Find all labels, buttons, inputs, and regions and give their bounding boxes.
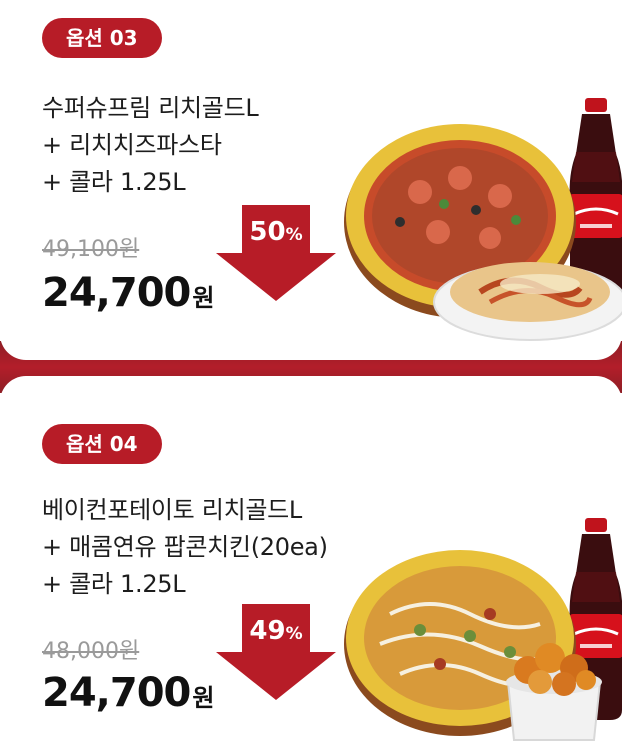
discount-unit: % (285, 624, 303, 644)
discount-unit: % (285, 225, 303, 245)
option-title: 수퍼슈프림 리치골드L + 리치치즈파스타 + 콜라 1.25L (42, 90, 259, 201)
title-line: 수퍼슈프림 리치골드L (42, 94, 259, 122)
combo-food-image (344, 98, 622, 341)
option-badge: 옵션 04 (42, 424, 162, 464)
title-line: 베이컨포테이토 리치골드L (42, 496, 302, 524)
discount-arrow-icon: 50% (216, 205, 336, 301)
discount-arrow-icon: 49% (216, 604, 336, 700)
title-line: + 콜라 1.25L (42, 570, 186, 598)
discount-value: 50 (249, 217, 286, 247)
original-price: 48,000원 (42, 639, 140, 664)
title-line: + 리치치즈파스타 (42, 131, 222, 159)
sale-price: 24,700원 (42, 270, 214, 316)
discount-value: 49 (249, 616, 286, 646)
sale-price: 24,700원 (42, 670, 214, 716)
promo-page: 옵션 03 수퍼슈프림 리치골드L + 리치치즈파스타 + 콜라 1.25L 4… (0, 0, 622, 743)
title-line: + 콜라 1.25L (42, 168, 186, 196)
sale-price-value: 24,700 (42, 670, 191, 716)
title-line: + 매콤연유 팝콘치킨(20ea) (42, 533, 328, 561)
sale-price-unit: 원 (192, 684, 215, 712)
option-card-03[interactable]: 옵션 03 수퍼슈프림 리치골드L + 리치치즈파스타 + 콜라 1.25L 4… (0, 0, 622, 360)
option-badge: 옵션 03 (42, 18, 162, 58)
combo-food-image (344, 518, 622, 741)
original-price: 49,100원 (42, 237, 140, 262)
sale-price-value: 24,700 (42, 270, 191, 316)
discount-label: 49% (216, 616, 336, 646)
discount-label: 50% (216, 217, 336, 247)
sale-price-unit: 원 (192, 284, 215, 312)
option-card-04[interactable]: 옵션 04 베이컨포테이토 리치골드L + 매콤연유 팝콘치킨(20ea) + … (0, 376, 622, 743)
option-title: 베이컨포테이토 리치골드L + 매콤연유 팝콘치킨(20ea) + 콜라 1.2… (42, 492, 328, 603)
